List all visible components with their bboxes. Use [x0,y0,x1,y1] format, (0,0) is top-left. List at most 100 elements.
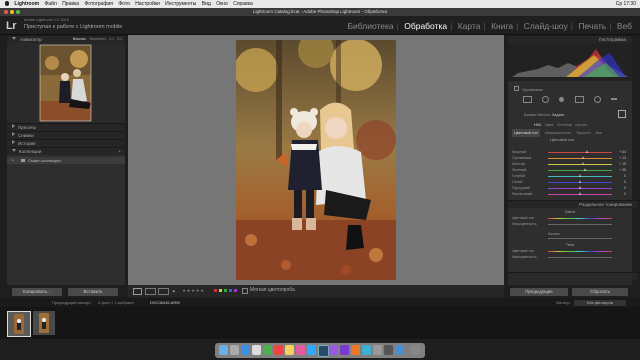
split-toning-header[interactable]: Раздельное тонирование [508,200,638,208]
label-red-icon[interactable] [214,289,217,292]
spot-removal-icon[interactable] [542,95,550,103]
illustrator-icon[interactable] [351,345,360,355]
filmstrip-thumb-1[interactable] [7,311,31,337]
hue-slider-row[interactable]: Фиолетовый 0 [508,192,626,197]
menu-help[interactable]: Справка [233,1,253,7]
smart-collection-item[interactable]: ▸ Смарт-коллекции [7,157,125,164]
premiere-icon[interactable] [329,345,338,355]
history-header[interactable]: История [7,139,125,147]
copy-settings-button[interactable]: Копировать... [12,288,62,296]
balance-row[interactable]: Баланс [508,232,626,239]
lightroom-dock-icon[interactable] [318,345,329,357]
hue-slider-value[interactable]: + 15 [619,162,626,167]
graduated-filter-icon[interactable] [574,95,584,103]
tab-color[interactable]: Цвет [545,122,554,127]
hue-slider-track[interactable] [548,152,612,153]
hue-slider-knob[interactable] [578,180,581,183]
hue-slider-knob[interactable] [578,186,581,189]
launchpad-icon[interactable] [230,345,239,355]
tab-hsl[interactable]: HSL [534,122,542,127]
menu-edit[interactable]: Правка [62,1,79,7]
hue-slider-value[interactable]: + 38 [619,168,626,173]
hue-slider-knob[interactable] [586,150,589,153]
module-develop[interactable]: Обработка [404,21,447,31]
navigator-zoom-options[interactable]: Вписать Заполнить 1:1 3:1 [73,36,122,43]
hue-slider-knob[interactable] [578,192,581,195]
menu-window[interactable]: Окно [216,1,228,7]
previous-button[interactable]: Предыдущие [510,288,568,296]
hue-slider-value[interactable]: + 13 [619,156,626,161]
highlights-sat-row[interactable]: Насыщенность [508,222,626,227]
menu-photo[interactable]: Фотография [84,1,113,7]
crop-icon[interactable] [523,95,533,103]
menu-app[interactable]: Lightroom [14,1,39,7]
original-photo-row[interactable]: Оригиналы [508,86,632,93]
hue-slider-value[interactable]: 0 [624,192,626,197]
snapshots-header[interactable]: Снимки [7,131,125,139]
original-checkbox[interactable] [514,86,519,91]
hue-slider-track[interactable] [548,158,612,159]
shadows-hue-row[interactable]: Цветовой тон [508,249,626,254]
downloads-icon[interactable] [395,345,404,355]
hue-slider-value[interactable]: + 64 [619,150,626,155]
eyedropper-icon[interactable] [618,110,626,118]
calendar-icon[interactable] [274,345,283,355]
radial-filter-icon[interactable] [593,95,601,103]
app-icon-2[interactable] [384,345,393,355]
messages-icon[interactable] [263,345,272,355]
label-blue-icon[interactable] [229,289,232,292]
label-purple-icon[interactable] [234,289,237,292]
trash-icon[interactable] [411,345,420,355]
expand-arrow-icon[interactable]: ▸ [12,157,14,164]
hue-slider-track[interactable] [548,170,612,171]
menu-view[interactable]: Вид [202,1,211,7]
compare-view-icon[interactable] [158,288,169,295]
notes-icon[interactable] [285,345,294,355]
menu-tools[interactable]: Инструменты [165,1,196,7]
photoshop-icon[interactable] [307,345,316,355]
zoom-window-icon[interactable] [16,10,20,14]
flag-icon[interactable]: ⚑ [172,289,176,294]
module-slideshow[interactable]: Слайд-шоу [524,21,568,31]
subtab-luminance[interactable]: Яркость [576,129,590,137]
navigator-preview[interactable] [7,43,125,123]
subtab-saturation[interactable]: Насыщенность [545,129,572,137]
subtab-hue[interactable]: Цветовой тон [512,129,540,137]
paste-settings-button[interactable]: Вставить [68,288,118,296]
hue-slider-row[interactable]: Оранжевый + 13 [508,156,626,161]
module-print[interactable]: Печать [578,21,606,31]
hue-slider-row[interactable]: Пурпурный 0 [508,186,626,191]
app-icon-1[interactable] [362,345,371,355]
hue-slider-row[interactable]: Голубой 0 [508,174,626,179]
filmstrip-source[interactable]: Предыдущий импорт [52,298,91,307]
red-eye-icon[interactable] [559,96,565,102]
hue-slider-value[interactable]: 0 [624,186,626,191]
close-window-icon[interactable] [4,10,8,14]
hue-slider-knob[interactable] [583,168,586,171]
hue-slider-row[interactable]: Зеленый + 38 [508,168,626,173]
module-library[interactable]: Библиотека [347,21,393,31]
label-green-icon[interactable] [224,289,227,292]
presets-header[interactable]: Пресеты [7,123,125,131]
reset-button[interactable]: Сбросить [572,288,628,296]
settings-icon[interactable] [373,345,382,355]
subtab-all[interactable]: Все [596,129,603,137]
wb-value[interactable]: Задать [552,113,564,117]
menu-photo2[interactable]: Фото [118,1,130,7]
filter-dropdown[interactable]: Без фильтров [574,299,626,306]
collections-header[interactable]: Коллекции + [7,147,125,155]
add-collection-icon[interactable]: + [118,148,121,155]
loupe-view-icon[interactable] [133,288,142,295]
histogram-header[interactable]: Гистограмма [508,35,632,43]
hue-slider-track[interactable] [548,164,612,165]
label-yellow-icon[interactable] [219,289,222,292]
before-after-icon[interactable] [145,288,156,295]
histogram[interactable] [508,43,632,81]
hue-slider-knob[interactable] [582,162,585,165]
main-photo[interactable] [236,40,396,280]
navigator-header[interactable]: Навигатор Вписать Заполнить 1:1 3:1 [7,35,125,43]
tab-grayscale[interactable]: Оттенки серого [557,122,588,127]
hue-slider-knob[interactable] [581,156,584,159]
photos-icon[interactable] [296,345,305,355]
highlights-hue-row[interactable]: Цветовой тон [508,216,626,221]
